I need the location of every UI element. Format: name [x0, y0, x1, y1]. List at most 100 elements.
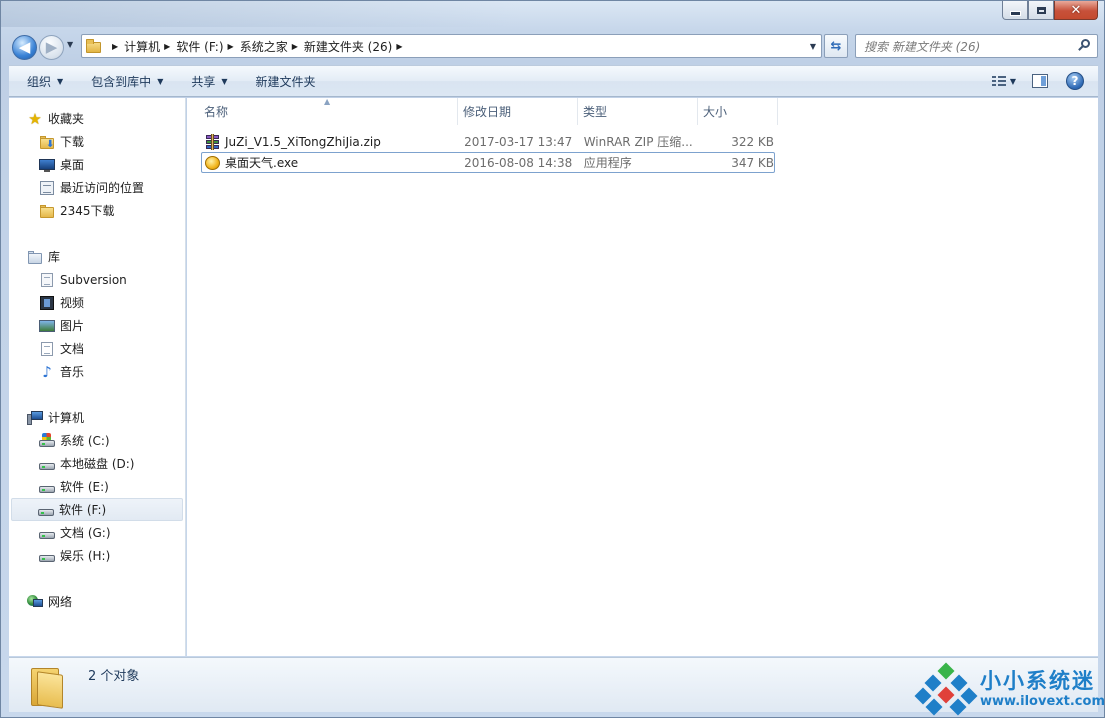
sidebar-item-label: 文档 (G:): [60, 526, 111, 540]
site-watermark: 小小系统迷 www.ilovext.com: [914, 661, 1105, 717]
sidebar-item-computer[interactable]: 计算机: [9, 406, 185, 429]
new-folder-label: 新建文件夹: [255, 74, 316, 89]
breadcrumb-computer[interactable]: 计算机: [124, 38, 160, 55]
organize-menu[interactable]: 组织 ▼: [9, 66, 77, 96]
column-header-label: 名称: [204, 105, 229, 119]
sidebar-item-subversion[interactable]: Subversion: [9, 268, 185, 291]
music-note-icon: ♪: [42, 362, 52, 381]
refresh-button[interactable]: ⇆: [824, 34, 848, 58]
hard-drive-icon: [39, 548, 55, 564]
recent-pages-dropdown[interactable]: ▼: [67, 40, 73, 49]
file-name: JuZi_V1.5_XiTongZhiJia.zip: [225, 134, 381, 149]
file-row[interactable]: 桌面天气.exe 2016-08-08 14:38 应用程序 347 KB: [201, 152, 775, 173]
include-in-library-label: 包含到库中: [91, 74, 152, 89]
address-dropdown-button[interactable]: ▼: [805, 35, 821, 57]
search-placeholder: 搜索 新建文件夹 (26): [864, 39, 981, 54]
column-header-date[interactable]: 修改日期: [458, 98, 578, 125]
network-icon: [27, 594, 43, 610]
sidebar-item-label: 文档: [60, 342, 85, 356]
computer-icon: [27, 410, 43, 426]
view-options-dropdown[interactable]: ▼: [1010, 77, 1016, 86]
libraries-icon: [27, 249, 43, 265]
maximize-button[interactable]: [1028, 1, 1054, 20]
file-type: 应用程序: [583, 156, 632, 170]
downloads-folder-icon: ⬇: [39, 134, 55, 150]
sidebar-item-pictures[interactable]: 图片: [9, 314, 185, 337]
file-row[interactable]: JuZi_V1.5_XiTongZhiJia.zip 2017-03-17 13…: [201, 131, 775, 152]
winrar-archive-icon: [205, 133, 221, 150]
breadcrumb-separator[interactable]: ▶: [396, 42, 402, 51]
preview-pane-icon[interactable]: [1032, 74, 1048, 88]
breadcrumb-xitongzhijia[interactable]: 系统之家: [240, 38, 288, 55]
breadcrumb-separator[interactable]: ▶: [112, 42, 118, 51]
hard-drive-icon: [39, 456, 55, 472]
file-date: 2017-03-17 13:47: [464, 134, 573, 149]
sidebar-item-network[interactable]: 网络: [9, 590, 185, 613]
sidebar-item-videos[interactable]: 视频: [9, 291, 185, 314]
file-size: 347 KB: [731, 155, 775, 170]
minimize-button[interactable]: [1002, 1, 1028, 20]
watermark-url: www.ilovext.com: [980, 694, 1105, 709]
star-icon: ★: [28, 109, 42, 128]
sidebar-item-label: 软件 (E:): [60, 480, 109, 494]
sidebar-item-documents[interactable]: 文档: [9, 337, 185, 360]
sidebar-item-recent-places[interactable]: 最近访问的位置: [9, 176, 185, 199]
column-header-size[interactable]: 大小: [698, 98, 778, 125]
search-icon[interactable]: [1077, 39, 1091, 53]
sidebar-item-label: 音乐: [60, 365, 85, 379]
breadcrumb-drive-f[interactable]: 软件 (F:): [176, 38, 223, 55]
sidebar-item-drive-c[interactable]: 系统 (C:): [9, 429, 185, 452]
sidebar-item-music[interactable]: ♪ 音乐: [9, 360, 185, 383]
sidebar-item-drive-f[interactable]: 软件 (F:): [11, 498, 183, 521]
sidebar-item-desktop[interactable]: 桌面: [9, 153, 185, 176]
sidebar-item-favorites[interactable]: ★ 收藏夹: [9, 107, 185, 130]
share-menu[interactable]: 共享 ▼: [177, 66, 241, 96]
sidebar-item-drive-e[interactable]: 软件 (E:): [9, 475, 185, 498]
sidebar-item-downloads[interactable]: ⬇ 下载: [9, 130, 185, 153]
change-view-icon[interactable]: [991, 76, 1006, 86]
close-icon: ✕: [1070, 2, 1082, 18]
sidebar-item-drive-d[interactable]: 本地磁盘 (D:): [9, 452, 185, 475]
folder-icon: [29, 665, 69, 709]
include-in-library-menu[interactable]: 包含到库中 ▼: [77, 66, 177, 96]
sidebar-item-label: 收藏夹: [48, 112, 85, 126]
share-label: 共享: [191, 74, 216, 89]
sidebar-item-libraries[interactable]: 库: [9, 245, 185, 268]
column-header-type[interactable]: 类型: [578, 98, 698, 125]
sidebar-item-label: 软件 (F:): [59, 503, 107, 517]
column-header-label: 修改日期: [463, 105, 512, 119]
back-arrow-icon: ◀: [18, 38, 31, 56]
sidebar-item-label: 娱乐 (H:): [60, 549, 111, 563]
explorer-window: ✕ ◀ ▶ ▼ ▶ 计算机 ▶ 软件 (F:) ▶ 系统之家 ▶ 新建文件夹 (…: [0, 0, 1105, 718]
file-list-pane[interactable]: 名称 修改日期 类型 大小 ▲ JuZi_V1.5_XiTongZhiJia.z…: [187, 97, 1098, 656]
breadcrumb-separator[interactable]: ▶: [164, 42, 170, 51]
new-folder-button[interactable]: 新建文件夹: [242, 66, 330, 96]
minimize-icon: [1009, 10, 1021, 16]
sort-ascending-icon: ▲: [324, 97, 331, 106]
file-name-cell: JuZi_V1.5_XiTongZhiJia.zip: [202, 133, 460, 150]
back-button[interactable]: ◀: [12, 35, 37, 60]
organize-label: 组织: [27, 74, 52, 89]
sidebar-item-label: 桌面: [60, 158, 85, 172]
forward-button[interactable]: ▶: [39, 35, 64, 60]
view-controls: ▼ ?: [991, 66, 1098, 96]
breadcrumb-new-folder-26[interactable]: 新建文件夹 (26): [304, 38, 392, 55]
title-bar[interactable]: [1, 1, 521, 27]
close-button[interactable]: ✕: [1054, 1, 1098, 20]
recent-places-icon: [39, 180, 55, 196]
sidebar-item-drive-h[interactable]: 娱乐 (H:): [9, 544, 185, 567]
address-bar[interactable]: ▶ 计算机 ▶ 软件 (F:) ▶ 系统之家 ▶ 新建文件夹 (26) ▶ ▼: [81, 34, 822, 58]
search-input[interactable]: 搜索 新建文件夹 (26): [855, 34, 1098, 58]
sidebar-item-drive-g[interactable]: 文档 (G:): [9, 521, 185, 544]
system-drive-icon: [39, 432, 55, 449]
navigation-pane: ★ 收藏夹 ⬇ 下载 桌面 最近访问的位置 2345下载 库 Subversio…: [9, 98, 186, 656]
sidebar-item-2345-downloads[interactable]: 2345下载: [9, 199, 185, 222]
maximize-icon: [1036, 6, 1046, 14]
sidebar-item-label: Subversion: [60, 272, 127, 287]
sidebar-item-label: 下载: [60, 135, 85, 149]
watermark-title: 小小系统迷: [980, 669, 1095, 693]
help-icon[interactable]: ?: [1066, 72, 1084, 90]
file-size: 322 KB: [731, 134, 775, 149]
breadcrumb-separator[interactable]: ▶: [292, 42, 298, 51]
breadcrumb-separator[interactable]: ▶: [228, 42, 234, 51]
